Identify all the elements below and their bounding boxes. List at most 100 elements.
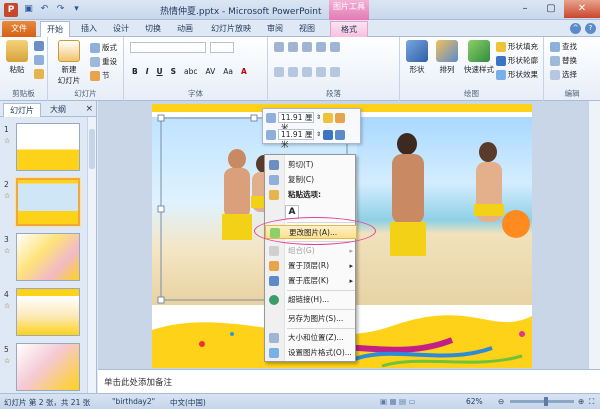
slides-pane-scrollbar[interactable] xyxy=(87,117,96,393)
resize-handle[interactable] xyxy=(157,296,165,304)
section-button[interactable]: 节 xyxy=(90,70,110,81)
font-color-button[interactable]: A xyxy=(241,67,247,76)
shapes-button[interactable]: 形状 xyxy=(402,40,432,75)
height-input[interactable]: 11.91 厘米 xyxy=(278,112,314,132)
format-painter-button[interactable] xyxy=(34,69,44,79)
maximize-icon[interactable]: ▢ xyxy=(538,0,564,18)
tab-transitions[interactable]: 切换 xyxy=(140,21,166,37)
slide-thumbnail-row[interactable]: 2 ☆ xyxy=(0,178,88,230)
zoom-slider-knob[interactable] xyxy=(544,397,548,406)
tab-animations[interactable]: 动画 xyxy=(172,21,198,37)
quick-styles-button[interactable]: 快速样式 xyxy=(462,40,496,75)
slide-thumbnail-row[interactable]: 5 ☆ xyxy=(0,343,88,395)
shape-outline-button[interactable]: 形状轮廓 xyxy=(496,55,538,66)
bold-button[interactable]: B xyxy=(132,67,138,76)
resize-handle[interactable] xyxy=(250,114,258,122)
zoom-slider[interactable] xyxy=(510,397,574,406)
strikethrough-button[interactable]: S xyxy=(171,67,176,76)
width-input[interactable]: 11.91 厘米 xyxy=(278,129,314,149)
menu-item-bring-to-front[interactable]: 置于顶层(R) ▸ xyxy=(265,259,357,273)
slide-thumbnail-row[interactable]: 4 ☆ xyxy=(0,288,88,340)
paste-button[interactable]: 粘贴 xyxy=(2,40,32,75)
columns-icon[interactable] xyxy=(330,67,340,77)
tab-file[interactable]: 文件 xyxy=(2,21,36,37)
italic-button[interactable]: I xyxy=(146,67,149,76)
menu-item-cut[interactable]: 剪切(T) xyxy=(265,158,357,172)
slide-thumbnail-selected[interactable] xyxy=(16,178,80,226)
tab-design[interactable]: 设计 xyxy=(108,21,134,37)
close-pane-icon[interactable]: × xyxy=(85,104,93,114)
font-size-box[interactable] xyxy=(210,42,234,53)
copy-button[interactable] xyxy=(34,55,44,65)
change-case-button[interactable]: Aa xyxy=(223,67,233,76)
align-center-icon[interactable] xyxy=(288,67,298,77)
menu-item-copy[interactable]: 复制(C) xyxy=(265,173,357,187)
powerpoint-app-icon[interactable]: P xyxy=(4,3,18,17)
cut-button[interactable] xyxy=(34,41,44,51)
menu-item-save-as-picture[interactable]: 另存为图片(S)... xyxy=(265,312,357,326)
close-icon[interactable]: ✕ xyxy=(564,0,600,18)
spinner-icon[interactable]: ⇕ xyxy=(316,131,321,138)
theme-name[interactable]: "birthday2" xyxy=(112,397,155,406)
send-backward-icon[interactable] xyxy=(335,129,346,140)
slide-thumbnail[interactable] xyxy=(16,343,80,391)
crop-icon[interactable] xyxy=(323,112,334,123)
replace-button[interactable]: 替换 xyxy=(550,55,577,66)
justify-icon[interactable] xyxy=(316,67,326,77)
tab-format[interactable]: 格式 xyxy=(330,21,368,37)
language-indicator[interactable]: 中文(中国) xyxy=(170,397,206,408)
ribbon-collapse-icon[interactable]: ^ xyxy=(570,23,581,34)
menu-item-format-picture[interactable]: 设置图片格式(O)... xyxy=(265,346,357,360)
zoom-in-icon[interactable]: ⊕ xyxy=(578,397,584,406)
spinner-icon[interactable]: ⇕ xyxy=(316,114,321,121)
menu-item-size-position[interactable]: 大小和位置(Z)... xyxy=(265,331,357,345)
resize-handle[interactable] xyxy=(157,205,165,213)
tab-slideshow[interactable]: 幻灯片放映 xyxy=(206,21,256,37)
zoom-level[interactable]: 62% xyxy=(466,397,483,406)
slide-thumbnail[interactable] xyxy=(16,288,80,336)
slide-thumbnail[interactable] xyxy=(16,233,80,281)
line-spacing-icon[interactable] xyxy=(330,42,340,52)
minimize-icon[interactable]: – xyxy=(512,0,538,18)
decrease-indent-icon[interactable] xyxy=(302,42,312,52)
align-right-icon[interactable] xyxy=(302,67,312,77)
increase-indent-icon[interactable] xyxy=(316,42,326,52)
slideshow-view-icon[interactable]: ▭ xyxy=(408,397,415,406)
layout-button[interactable]: 版式 xyxy=(90,42,117,53)
redo-icon[interactable]: ↷ xyxy=(54,3,67,16)
abc-button[interactable]: abc xyxy=(184,67,197,76)
bring-forward-icon[interactable] xyxy=(335,112,346,123)
customize-qat-icon[interactable]: ▾ xyxy=(70,3,83,16)
font-name-box[interactable] xyxy=(130,42,234,53)
notes-pane[interactable]: 单击此处添加备注 xyxy=(98,369,600,393)
help-icon[interactable]: ? xyxy=(585,23,596,34)
slide-thumbnail-row[interactable]: 3 ☆ xyxy=(0,233,88,285)
select-button[interactable]: 选择 xyxy=(550,69,577,80)
tab-outline-pane[interactable]: 大纲 xyxy=(44,103,72,117)
zoom-out-icon[interactable]: ⊖ xyxy=(498,397,504,406)
fit-slide-icon[interactable]: ⛶ xyxy=(589,397,594,407)
tab-review[interactable]: 审阅 xyxy=(262,21,288,37)
menu-item-send-to-back[interactable]: 置于底层(K) ▸ xyxy=(265,274,357,288)
shape-fill-button[interactable]: 形状填充 xyxy=(496,41,538,52)
slide-scrollbar[interactable] xyxy=(588,101,600,369)
tab-view[interactable]: 视图 xyxy=(294,21,320,37)
slide-thumbnail-row[interactable]: 1 ☆ xyxy=(0,123,88,175)
undo-icon[interactable]: ↶ xyxy=(38,3,51,16)
tab-home[interactable]: 开始 xyxy=(40,21,70,37)
reading-view-icon[interactable]: ▤ xyxy=(399,397,406,406)
numbering-icon[interactable] xyxy=(288,42,298,52)
underline-button[interactable]: U xyxy=(157,67,163,76)
arrange-button[interactable]: 排列 xyxy=(432,40,462,75)
reset-button[interactable]: 重设 xyxy=(90,56,117,67)
normal-view-icon[interactable]: ▣ xyxy=(380,397,387,406)
align-left-icon[interactable] xyxy=(274,67,284,77)
slide-thumbnail[interactable] xyxy=(16,123,80,171)
menu-item-hyperlink[interactable]: 超链接(H)... xyxy=(265,293,357,307)
find-button[interactable]: 查找 xyxy=(550,41,577,52)
slide-sorter-icon[interactable]: ▦ xyxy=(389,397,396,406)
shape-effects-button[interactable]: 形状效果 xyxy=(496,69,538,80)
resize-handle[interactable] xyxy=(157,114,165,122)
tab-slides-pane[interactable]: 幻灯片 xyxy=(3,103,41,117)
bullets-icon[interactable] xyxy=(274,42,284,52)
